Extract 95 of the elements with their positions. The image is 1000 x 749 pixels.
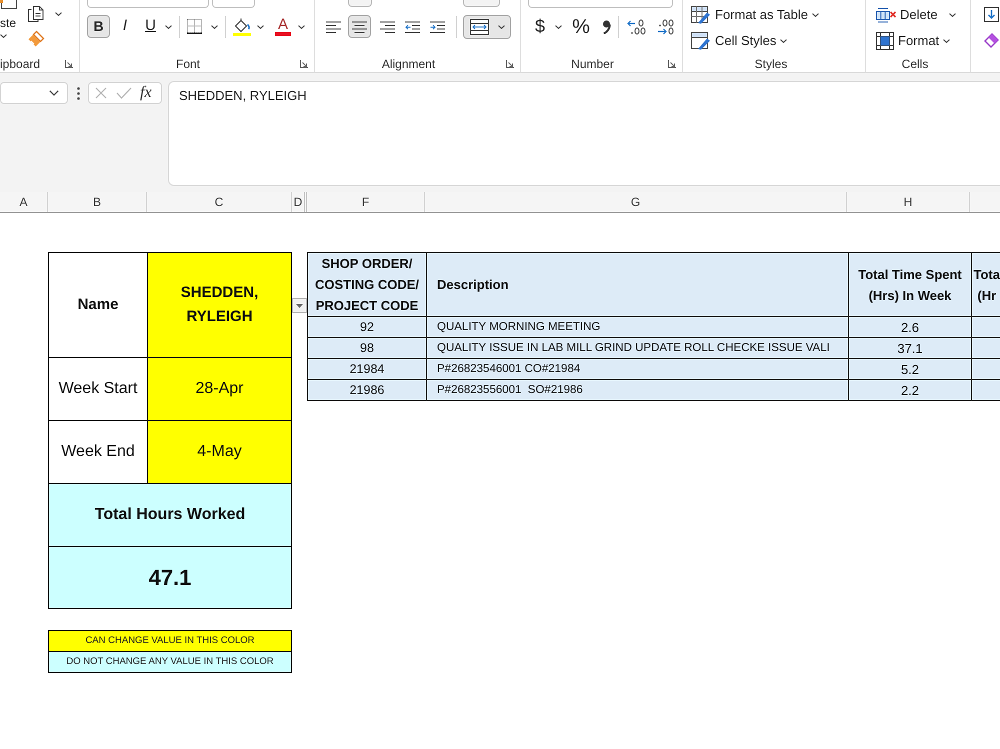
caret-icon[interactable] — [949, 13, 956, 17]
comma-icon[interactable] — [602, 20, 610, 34]
value-cell: 4-May — [148, 420, 292, 484]
legend-cell: CAN CHANGE VALUE IN THIS COLOR — [48, 630, 292, 652]
cell-brush-icon[interactable] — [691, 32, 711, 50]
percent-button[interactable]: % — [570, 15, 592, 38]
cell-styles-button[interactable]: Cell Styles — [691, 31, 788, 51]
header-cell: Tota (Hr — [972, 252, 1000, 316]
font-color-button[interactable]: A — [274, 15, 292, 38]
caret-icon[interactable] — [943, 39, 950, 43]
chevron-down-icon[interactable] — [49, 90, 59, 96]
align-left-icon[interactable] — [326, 20, 341, 32]
column-header[interactable]: C — [147, 192, 292, 212]
caret-icon[interactable] — [498, 24, 504, 28]
total-cell: 47.1 — [48, 546, 292, 608]
group-label: Font — [176, 56, 200, 72]
caret-icon[interactable] — [298, 24, 305, 28]
value-cell: SHEDDEN, RYLEIGH — [148, 252, 292, 358]
group-label: Styles — [754, 56, 788, 72]
caret-icon[interactable] — [211, 24, 218, 28]
font-name-field[interactable] — [87, 0, 209, 8]
table-cell: 37.1 — [848, 338, 972, 358]
group-label: Alignment — [382, 56, 436, 72]
caret-icon[interactable] — [55, 12, 62, 16]
bold-button[interactable]: B — [87, 15, 110, 38]
table-cell: 5.2 — [848, 358, 972, 380]
triangle-down-icon[interactable] — [296, 304, 303, 308]
caret-icon[interactable] — [257, 24, 264, 28]
label-cell: Name — [48, 252, 148, 358]
column-header[interactable]: A — [0, 192, 48, 212]
insert-function-button[interactable]: fx — [140, 84, 152, 102]
caret-icon[interactable] — [780, 39, 788, 43]
header-cell: Description — [426, 252, 848, 316]
more-icon[interactable] — [77, 87, 80, 100]
number-format-field[interactable] — [528, 0, 673, 8]
table-cell — [972, 380, 1000, 400]
table-cell: P#26823546001 CO#21984 — [426, 358, 848, 380]
caret-icon[interactable] — [555, 24, 562, 28]
header-cell: SHOP ORDER/ COSTING CODE/ PROJECT CODE — [308, 252, 426, 316]
copy-button[interactable] — [26, 4, 63, 24]
align-center-icon[interactable] — [352, 20, 367, 32]
column-header[interactable]: F — [307, 192, 425, 212]
underline-button[interactable]: U — [143, 15, 158, 38]
corner-arrow-icon[interactable] — [506, 60, 514, 68]
eraser-icon[interactable] — [984, 33, 999, 48]
column-header[interactable]: G — [425, 192, 847, 212]
table-cell: QUALITY ISSUE IN LAB MILL GRIND UPDATE ROLL CHECKE ISSUE VALI — [426, 338, 848, 358]
dropdown-button[interactable] — [292, 298, 307, 313]
table-cell: 21984 — [308, 358, 426, 380]
legend-cell: DO NOT CHANGE ANY VALUE IN THIS COLOR — [48, 652, 292, 672]
align-right-icon[interactable] — [380, 20, 395, 32]
table-cell: QUALITY MORNING MEETING — [426, 316, 848, 338]
caret-icon[interactable] — [165, 24, 172, 28]
group-label: Cells — [902, 56, 928, 72]
currency-button[interactable]: $ — [533, 15, 547, 38]
table-cell: P#26823556001 SO#21986 — [426, 380, 848, 400]
corner-arrow-icon[interactable] — [65, 60, 73, 68]
heading-cell: Total Hours Worked — [48, 484, 292, 546]
column-header[interactable]: B — [48, 192, 147, 212]
table-cell — [972, 358, 1000, 380]
increase-indent-icon[interactable] — [430, 20, 445, 32]
align-center-button[interactable] — [348, 15, 371, 38]
group-label: Number — [571, 56, 614, 72]
table-cell: 2.2 — [848, 380, 972, 400]
decrease-indent-icon[interactable] — [405, 20, 420, 32]
table-cell: 2.6 — [848, 316, 972, 338]
increase-decimal-icon[interactable] — [627, 18, 647, 34]
table-cell: 98 — [308, 338, 426, 358]
italic-button[interactable]: I — [118, 15, 132, 38]
caret-icon[interactable] — [812, 13, 819, 17]
table-brush-icon[interactable] — [691, 6, 711, 24]
formula-input[interactable]: SHEDDEN, RYLEIGH — [168, 81, 1000, 186]
group-label: ipboard — [0, 56, 40, 72]
merge-center-button[interactable] — [463, 14, 511, 38]
format-table-button[interactable]: Format as Table — [691, 5, 819, 25]
header-cell: Total Time Spent (Hrs) In Week — [848, 252, 972, 316]
corner-arrow-icon[interactable] — [668, 60, 676, 68]
delete-cells-icon[interactable] — [876, 7, 896, 23]
table-cell — [972, 316, 1000, 338]
table-cell — [972, 338, 1000, 358]
format-button[interactable]: Format — [876, 31, 950, 51]
corner-arrow-icon[interactable] — [300, 60, 308, 68]
format-cells-icon[interactable] — [876, 32, 894, 50]
paste-button[interactable]: ste — [0, 0, 22, 46]
copy-icon[interactable] — [27, 5, 45, 23]
clipboard-icon[interactable] — [0, 0, 18, 9]
caret-icon[interactable] — [0, 34, 7, 38]
font-size-field[interactable] — [212, 0, 255, 8]
table-cell: 92 — [308, 316, 426, 338]
name-box-field[interactable] — [0, 82, 68, 104]
table-cell: 21986 — [308, 380, 426, 400]
merge-cells-icon[interactable] — [470, 18, 488, 34]
column-header[interactable]: H — [847, 192, 970, 212]
delete-button[interactable]: Delete — [876, 5, 938, 25]
value-cell: 28-Apr — [148, 358, 292, 420]
